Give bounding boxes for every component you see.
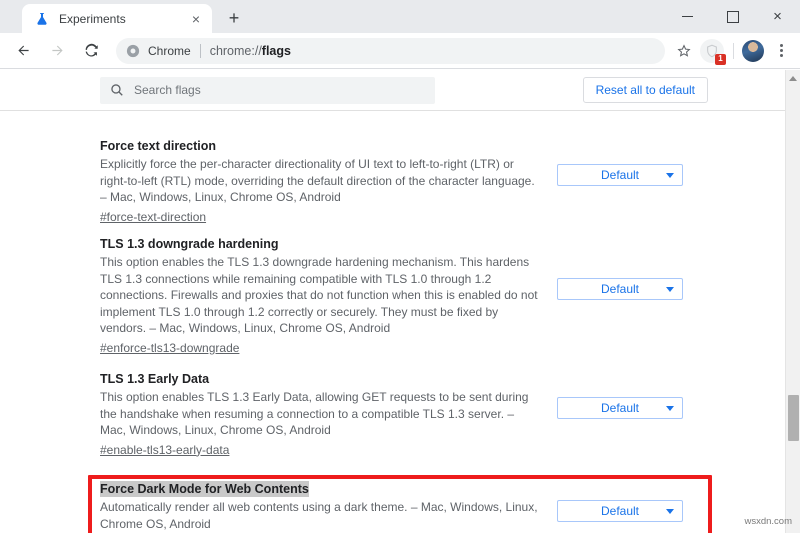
url-host: flags	[261, 43, 291, 58]
back-arrow-icon[interactable]	[9, 37, 37, 65]
toolbar-divider	[733, 42, 734, 59]
window-controls: ×	[665, 0, 800, 33]
flask-icon	[34, 11, 50, 27]
flag-select-value: Default	[600, 401, 640, 415]
flag-anchor-link[interactable]: #force-text-direction	[100, 209, 206, 225]
chrome-logo-icon	[126, 44, 140, 58]
flag-select-value: Default	[600, 504, 640, 518]
browser-toolbar: Chrome chrome://flags 1	[0, 33, 800, 69]
omnibox-divider	[199, 43, 201, 58]
flag-title: Force text direction	[100, 139, 216, 153]
menu-dot	[779, 49, 783, 52]
maximize-button[interactable]	[710, 0, 755, 33]
flag-title: TLS 1.3 Early Data	[100, 372, 210, 386]
flag-description: Automatically render all web contents us…	[100, 500, 538, 531]
flag-select-dropdown[interactable]: Default	[557, 278, 683, 300]
chevron-down-icon	[666, 287, 674, 292]
menu-dot	[779, 54, 783, 57]
flag-anchor-link[interactable]: #enforce-tls13-downgrade	[100, 340, 239, 356]
chevron-down-icon	[666, 406, 674, 411]
flags-list: Force text direction Explicitly force th…	[0, 103, 800, 533]
flag-select-wrap: Default	[557, 278, 683, 300]
flag-select-wrap: Default	[557, 397, 683, 419]
reset-all-to-default-button[interactable]: Reset all to default	[582, 77, 708, 103]
page-scrollbar[interactable]	[785, 70, 800, 533]
chevron-down-icon	[666, 509, 674, 514]
three-dot-menu-icon[interactable]	[768, 38, 794, 64]
flag-description: This option enables the TLS 1.3 downgrad…	[100, 255, 538, 335]
flag-select-value: Default	[600, 282, 640, 296]
search-icon	[110, 83, 124, 97]
flag-entry: Force text direction Explicitly force th…	[0, 137, 800, 226]
flag-text-block: TLS 1.3 Early Data This option enables T…	[100, 370, 538, 459]
minimize-button[interactable]	[665, 0, 710, 33]
scroll-up-arrow-icon[interactable]	[786, 70, 800, 86]
url-scheme: chrome://	[209, 43, 262, 58]
omnibox-url: chrome://flags	[210, 44, 291, 58]
flag-select-wrap: Default	[557, 164, 683, 186]
close-window-button[interactable]: ×	[755, 0, 800, 33]
flag-description: This option enables TLS 1.3 Early Data, …	[100, 390, 529, 437]
flag-text-block: Force Dark Mode for Web Contents Automat…	[100, 480, 538, 533]
tab-strip: Experiments × + ×	[0, 0, 800, 33]
chevron-down-icon	[666, 173, 674, 178]
flag-text-block: TLS 1.3 downgrade hardening This option …	[100, 235, 538, 357]
flag-select-dropdown[interactable]: Default	[557, 500, 683, 522]
forward-arrow-icon	[43, 37, 71, 65]
scrollbar-thumb[interactable]	[788, 395, 799, 441]
flag-entry: TLS 1.3 Early Data This option enables T…	[0, 370, 800, 459]
menu-dot	[779, 44, 783, 47]
star-icon[interactable]	[671, 38, 697, 64]
reload-icon[interactable]	[77, 37, 105, 65]
omnibox-chip-label: Chrome	[148, 43, 191, 58]
flags-header: Reset all to default	[0, 70, 800, 111]
tab-experiments[interactable]: Experiments ×	[22, 4, 212, 33]
tab-title: Experiments	[59, 11, 126, 26]
search-input[interactable]	[134, 83, 425, 97]
flags-page: Reset all to default Force text directio…	[0, 70, 800, 533]
address-bar[interactable]: Chrome chrome://flags	[116, 37, 665, 64]
watermark: wsxdn.com	[744, 516, 792, 527]
new-tab-button[interactable]: +	[220, 4, 248, 32]
flag-select-dropdown[interactable]: Default	[557, 164, 683, 186]
browser-window: Experiments × + × Chrome chrome://flags …	[0, 0, 800, 533]
flag-select-wrap: Default	[557, 500, 683, 522]
flag-entry: TLS 1.3 downgrade hardening This option …	[0, 235, 800, 357]
search-flags-box[interactable]	[100, 76, 435, 104]
flag-title: TLS 1.3 downgrade hardening	[100, 237, 279, 251]
flag-anchor-link[interactable]: #enable-tls13-early-data	[100, 442, 229, 458]
flag-entry-force-dark: Force Dark Mode for Web Contents Automat…	[0, 480, 800, 533]
close-icon[interactable]: ×	[188, 11, 204, 27]
extension-button[interactable]: 1	[699, 38, 726, 65]
flag-text-block: Force text direction Explicitly force th…	[100, 137, 538, 226]
flag-title: Force Dark Mode for Web Contents	[100, 481, 309, 497]
extension-badge-count: 1	[715, 53, 726, 65]
flag-select-value: Default	[600, 168, 640, 182]
flag-select-dropdown[interactable]: Default	[557, 397, 683, 419]
flag-description: Explicitly force the per-character direc…	[100, 157, 535, 204]
profile-avatar[interactable]	[742, 39, 764, 62]
